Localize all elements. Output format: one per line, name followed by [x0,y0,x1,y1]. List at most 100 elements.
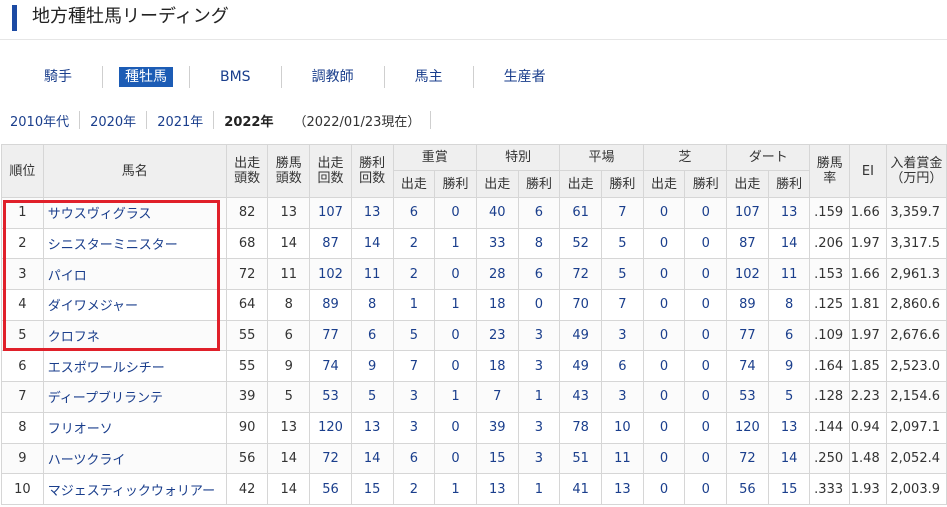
stat-link[interactable]: 51 [572,451,589,466]
stat-link[interactable]: 14 [364,236,381,251]
tab-owner[interactable]: 馬主 [401,68,457,86]
stat-link[interactable]: 87 [322,236,339,251]
tab-breeder[interactable]: 生産者 [490,68,560,86]
stat-link[interactable]: 3 [618,328,626,343]
stat-link[interactable]: 53 [739,389,756,404]
stat-link[interactable]: 8 [368,297,376,312]
stat-link[interactable]: 52 [572,236,589,251]
tab-trainer[interactable]: 調教師 [298,68,368,86]
stat-link[interactable]: 107 [318,205,343,220]
tab-jockey[interactable]: 騎手 [30,68,86,86]
stat-link[interactable]: 0 [451,451,459,466]
stat-link[interactable]: 102 [735,267,760,282]
stat-link[interactable]: 11 [781,267,798,282]
stat-link[interactable]: 3 [535,451,543,466]
stat-link[interactable]: 5 [410,328,418,343]
stat-link[interactable]: 7 [410,359,418,374]
year-link-2020[interactable]: 2020年 [80,111,146,130]
stat-link[interactable]: 9 [785,359,793,374]
stat-link[interactable]: 0 [660,359,668,374]
stat-link[interactable]: 41 [572,482,589,497]
stat-link[interactable]: 0 [660,389,668,404]
sire-name-link[interactable]: フリオーソ [48,422,113,437]
stat-link[interactable]: 7 [493,389,501,404]
stat-link[interactable]: 2 [410,236,418,251]
stat-link[interactable]: 9 [368,359,376,374]
stat-link[interactable]: 0 [660,482,668,497]
stat-link[interactable]: 3 [410,420,418,435]
stat-link[interactable]: 56 [739,482,756,497]
stat-link[interactable]: 13 [614,482,631,497]
stat-link[interactable]: 3 [618,389,626,404]
stat-link[interactable]: 0 [535,297,543,312]
stat-link[interactable]: 0 [702,328,710,343]
stat-link[interactable]: 6 [368,328,376,343]
tab-sire[interactable]: 種牡馬 [119,67,173,87]
sire-name-link[interactable]: ハーツクライ [48,453,126,468]
stat-link[interactable]: 0 [702,482,710,497]
stat-link[interactable]: 56 [322,482,339,497]
sire-name-link[interactable]: ダイワメジャー [48,299,138,314]
stat-link[interactable]: 0 [660,236,668,251]
sire-name-link[interactable]: クロフネ [48,330,100,345]
stat-link[interactable]: 74 [322,359,339,374]
stat-link[interactable]: 14 [781,451,798,466]
stat-link[interactable]: 0 [660,297,668,312]
stat-link[interactable]: 120 [318,420,343,435]
stat-link[interactable]: 5 [785,389,793,404]
sire-name-link[interactable]: ディープブリランテ [48,391,163,406]
stat-link[interactable]: 39 [489,420,506,435]
stat-link[interactable]: 13 [781,420,798,435]
stat-link[interactable]: 1 [451,297,459,312]
stat-link[interactable]: 7 [618,205,626,220]
stat-link[interactable]: 5 [618,236,626,251]
stat-link[interactable]: 0 [702,267,710,282]
stat-link[interactable]: 23 [489,328,506,343]
stat-link[interactable]: 72 [739,451,756,466]
stat-link[interactable]: 33 [489,236,506,251]
stat-link[interactable]: 6 [618,359,626,374]
stat-link[interactable]: 89 [739,297,756,312]
stat-link[interactable]: 0 [702,359,710,374]
stat-link[interactable]: 0 [451,328,459,343]
stat-link[interactable]: 72 [572,267,589,282]
stat-link[interactable]: 13 [489,482,506,497]
stat-link[interactable]: 0 [702,236,710,251]
stat-link[interactable]: 49 [572,328,589,343]
stat-link[interactable]: 13 [781,205,798,220]
stat-link[interactable]: 8 [535,236,543,251]
stat-link[interactable]: 13 [364,205,381,220]
stat-link[interactable]: 2 [410,267,418,282]
stat-link[interactable]: 0 [702,420,710,435]
stat-link[interactable]: 107 [735,205,760,220]
stat-link[interactable]: 3 [535,420,543,435]
stat-link[interactable]: 5 [368,389,376,404]
stat-link[interactable]: 14 [364,451,381,466]
stat-link[interactable]: 3 [410,389,418,404]
stat-link[interactable]: 15 [781,482,798,497]
stat-link[interactable]: 70 [572,297,589,312]
stat-link[interactable]: 0 [702,205,710,220]
stat-link[interactable]: 0 [702,297,710,312]
stat-link[interactable]: 102 [318,267,343,282]
stat-link[interactable]: 49 [572,359,589,374]
sire-name-link[interactable]: パイロ [48,269,87,284]
stat-link[interactable]: 72 [322,451,339,466]
stat-link[interactable]: 7 [618,297,626,312]
stat-link[interactable]: 77 [739,328,756,343]
stat-link[interactable]: 6 [535,205,543,220]
stat-link[interactable]: 120 [735,420,760,435]
stat-link[interactable]: 5 [618,267,626,282]
stat-link[interactable]: 1 [410,297,418,312]
stat-link[interactable]: 1 [451,389,459,404]
sire-name-link[interactable]: エスポワールシチー [48,361,165,376]
stat-link[interactable]: 2 [410,482,418,497]
stat-link[interactable]: 0 [702,451,710,466]
stat-link[interactable]: 0 [660,420,668,435]
stat-link[interactable]: 11 [614,451,631,466]
stat-link[interactable]: 11 [364,267,381,282]
stat-link[interactable]: 1 [451,236,459,251]
stat-link[interactable]: 0 [660,205,668,220]
stat-link[interactable]: 0 [660,451,668,466]
stat-link[interactable]: 43 [572,389,589,404]
